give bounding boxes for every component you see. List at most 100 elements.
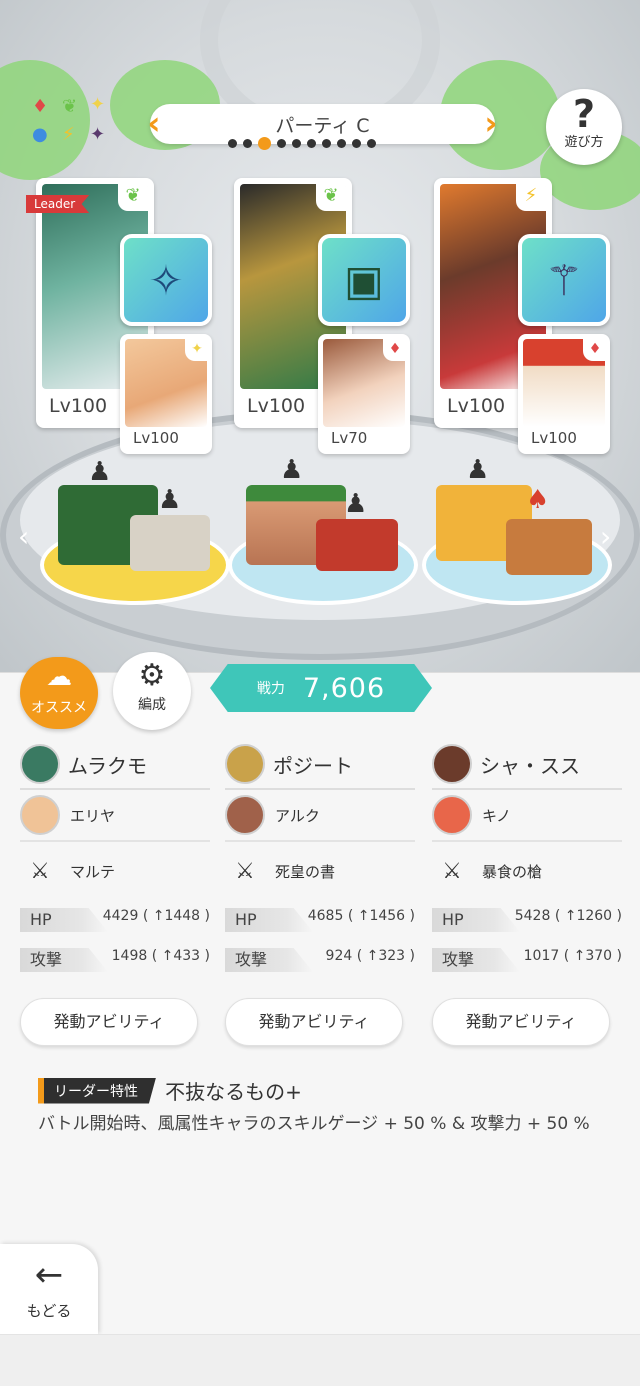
party-slot-1[interactable]: Lv100 ❦ ✧ ✦ Lv100 (36, 178, 216, 468)
party-slot-3[interactable]: Lv100 ⚡ ⚚ ♦ Lv100 (434, 178, 614, 468)
avatar (20, 744, 60, 784)
leader-skill-name: 不抜なるもの+ (165, 1080, 302, 1104)
power-value: 7,606 (302, 672, 386, 704)
main-member-row[interactable]: ムラクモ (20, 740, 210, 790)
hp-label: HP (225, 908, 313, 932)
formation-button[interactable]: ⚙ 編成 (113, 652, 191, 730)
thunder-element-icon: ⚡ (516, 181, 546, 211)
power-label: 戦力 (256, 681, 285, 697)
sub-character-card[interactable]: ♦ Lv100 (518, 334, 610, 454)
weapon-name: 死皇の書 (275, 862, 336, 881)
party-slot-2[interactable]: Lv100 ❦ ▣ ♦ Lv70 (234, 178, 414, 468)
weapon-row[interactable]: ⚔ 死皇の書 (225, 842, 415, 900)
attack-row: 攻撃 924 ( ↑323 ) (225, 940, 415, 980)
ability-button[interactable]: 発動アビリティ (20, 998, 198, 1046)
scroll-right-icon[interactable]: › (600, 520, 611, 553)
page-dot[interactable] (307, 139, 316, 148)
weapon-name: 暴食の槍 (482, 862, 543, 881)
page-dot[interactable] (292, 139, 301, 148)
block-stage-1: ♟ ♟ (40, 455, 230, 615)
attack-value: 1017 ( ↑370 ) (523, 948, 622, 964)
recommend-button[interactable]: ☁ オススメ (20, 657, 98, 729)
main-member-name: ムラクモ (68, 753, 147, 778)
weapon-tile[interactable]: ⚚ (518, 234, 610, 326)
main-level: Lv100 (49, 395, 108, 417)
page-dot[interactable] (352, 139, 361, 148)
page-dot[interactable] (277, 139, 286, 148)
page-dot[interactable] (367, 139, 376, 148)
light-element-icon: ✦ (90, 94, 106, 115)
leader-skill-tag: リーダー特性 (38, 1077, 156, 1104)
sub-member-row[interactable]: エリヤ (20, 790, 210, 842)
attack-row: 攻撃 1017 ( ↑370 ) (432, 940, 622, 980)
team-power: 戦力 7,606 (210, 664, 432, 712)
light-element-icon: ✦ (185, 337, 209, 361)
page-dot[interactable] (243, 139, 252, 148)
hp-row: HP 5428 ( ↑1260 ) (432, 900, 622, 940)
chibi-character: ♟ (88, 457, 112, 487)
sub-character-card[interactable]: ♦ Lv70 (318, 334, 410, 454)
sub-character-card[interactable]: ✦ Lv100 (120, 334, 212, 454)
block-stage-3: ♟ ♠ (422, 455, 612, 615)
ability-button[interactable]: 発動アビリティ (225, 998, 403, 1046)
chibi-character: ♟ (158, 485, 182, 515)
attack-label: 攻撃 (432, 948, 520, 972)
hp-row: HP 4685 ( ↑1456 ) (225, 900, 415, 940)
chibi-character: ♟ (344, 489, 368, 519)
main-member-name: ポジート (273, 753, 353, 778)
person-gear-icon: ⚙ (138, 658, 166, 693)
help-button[interactable]: ? 遊び方 (546, 89, 622, 165)
wind-element-icon: ❦ (316, 181, 346, 211)
back-button[interactable]: ← もどる (0, 1244, 98, 1334)
hp-value: 4685 ( ↑1456 ) (307, 908, 415, 924)
lance-icon: ⚚ (545, 255, 583, 305)
member-column-3: シャ・スス キノ ⚔ 暴食の槍 HP 5428 ( ↑1260 ) 攻撃 101… (432, 740, 622, 1046)
sub-member-row[interactable]: アルク (225, 790, 415, 842)
hp-value: 5428 ( ↑1260 ) (514, 908, 622, 924)
weapon-row[interactable]: ⚔ マルテ (20, 842, 210, 900)
fire-element-icon: ♦ (583, 337, 607, 361)
page-dot[interactable] (322, 139, 331, 148)
hp-value: 4429 ( ↑1448 ) (102, 908, 210, 924)
hp-label: HP (20, 908, 108, 932)
element-chart: ♦ ❦ ✦ ● ⚡ ✦ (28, 96, 112, 152)
weapon-icon: ⚔ (442, 858, 462, 884)
hp-label: HP (432, 908, 520, 932)
spear-icon: ✧ (148, 255, 184, 305)
avatar (225, 744, 265, 784)
attack-value: 1498 ( ↑433 ) (111, 948, 210, 964)
bottom-bar (0, 1334, 640, 1386)
leader-badge: Leader (26, 195, 90, 213)
weapon-tile[interactable]: ✧ (120, 234, 212, 326)
arrow-left-icon: ← (34, 1255, 64, 1295)
sub-member-name: アルク (275, 806, 320, 825)
brick-block (316, 519, 398, 571)
page-dot[interactable] (337, 139, 346, 148)
party-page-dots (228, 137, 376, 150)
weapon-row[interactable]: ⚔ 暴食の槍 (432, 842, 622, 900)
next-party-icon[interactable]: › (481, 106, 501, 142)
sub-level: Lv70 (331, 429, 368, 447)
main-member-row[interactable]: ポジート (225, 740, 415, 790)
main-level: Lv100 (447, 395, 506, 417)
sub-level: Lv100 (531, 429, 577, 447)
member-column-1: ムラクモ エリヤ ⚔ マルテ HP 4429 ( ↑1448 ) 攻撃 1498… (20, 740, 210, 1046)
main-member-row[interactable]: シャ・スス (432, 740, 622, 790)
party-title: パーティ C (275, 114, 370, 137)
prev-party-icon[interactable]: ‹ (144, 106, 164, 142)
page-dot[interactable] (228, 139, 237, 148)
hp-row: HP 4429 ( ↑1448 ) (20, 900, 210, 940)
ability-button[interactable]: 発動アビリティ (432, 998, 610, 1046)
main-level: Lv100 (247, 395, 306, 417)
leader-skill-description: バトル開始時、風属性キャラのスキルゲージ + 50 % & 攻撃力 + 50 % (38, 1114, 590, 1134)
scroll-left-icon[interactable]: ‹ (18, 520, 29, 553)
sub-member-name: キノ (482, 806, 511, 825)
sub-member-row[interactable]: キノ (432, 790, 622, 842)
weapon-tile[interactable]: ▣ (318, 234, 410, 326)
recommend-icon: ☁ (46, 662, 72, 692)
heart-element-icon: ♦ (32, 96, 49, 117)
help-label: 遊び方 (564, 135, 604, 150)
page-dot[interactable] (258, 137, 271, 150)
stone-block (130, 515, 210, 571)
water-element-icon: ● (32, 124, 48, 145)
